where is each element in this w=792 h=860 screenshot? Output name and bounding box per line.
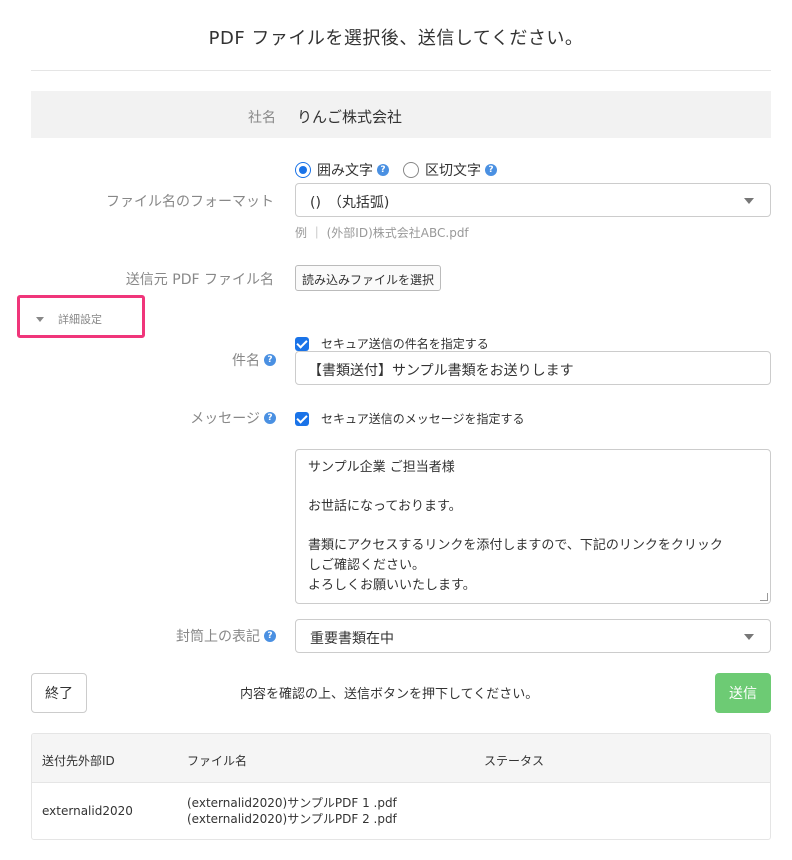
- end-button[interactable]: 終了: [31, 673, 87, 713]
- chevron-down-icon: [744, 634, 754, 640]
- message-checkbox[interactable]: [295, 411, 309, 426]
- message-textarea[interactable]: サンプル企業 ご担当者様 お世話になっております。 書類にアクセスするリンクを添…: [295, 449, 771, 604]
- filename-format-radio-group: 囲み文字 ? 区切文字 ?: [295, 160, 511, 180]
- envelope-label-wrap: 封筒上の表記 ?: [176, 626, 276, 646]
- filename-format-select[interactable]: () （丸括弧): [295, 183, 771, 217]
- cell-filenames: (externalid2020)サンプルPDF 1 .pdf (external…: [187, 795, 397, 827]
- message-line: [308, 478, 758, 498]
- filename-format-example: 例 ｜ (外部ID)株式会社ABC.pdf: [295, 226, 469, 240]
- subject-checkbox-label[interactable]: セキュア送信の件名を指定する: [321, 335, 489, 352]
- chevron-down-icon: [744, 198, 754, 204]
- subject-checkbox-row[interactable]: セキュア送信の件名を指定する: [295, 335, 489, 352]
- select-file-button[interactable]: 読み込みファイルを選択: [295, 265, 442, 291]
- question-circle-icon[interactable]: ?: [264, 354, 276, 366]
- details-highlight-box: 詳細設定: [17, 295, 145, 338]
- table-row: externalid2020 (externalid2020)サンプルPDF 1…: [32, 783, 770, 839]
- question-circle-icon[interactable]: ?: [485, 164, 497, 176]
- subject-input[interactable]: 【書類送付】サンプル書類をお送りします: [295, 351, 771, 385]
- message-checkbox-row[interactable]: セキュア送信のメッセージを指定する: [295, 410, 525, 427]
- message-line: サンプル企業 ご担当者様: [308, 460, 455, 475]
- question-circle-icon[interactable]: ?: [377, 164, 389, 176]
- message-label: メッセージ: [190, 411, 260, 427]
- source-pdf-label: 送信元 PDF ファイル名: [125, 272, 274, 288]
- radio-enclosing-label[interactable]: 囲み文字: [317, 160, 373, 180]
- table-header: 送付先外部ID ファイル名 ステータス: [32, 734, 770, 783]
- resize-handle-icon[interactable]: [760, 593, 768, 601]
- radio-delimiter-label[interactable]: 区切文字: [425, 160, 481, 180]
- details-toggle[interactable]: 詳細設定: [36, 311, 102, 327]
- filename-format-label: ファイル名のフォーマット: [106, 194, 274, 210]
- radio-option-enclosing[interactable]: 囲み文字 ?: [295, 160, 389, 180]
- caret-down-icon: [36, 316, 44, 322]
- message-label-wrap: メッセージ ?: [190, 408, 276, 428]
- company-value: りんご株式会社: [297, 108, 403, 126]
- details-label[interactable]: 詳細設定: [58, 311, 102, 327]
- message-checkbox-label[interactable]: セキュア送信のメッセージを指定する: [321, 410, 525, 427]
- filename-format-selected: () （丸括弧): [310, 195, 390, 211]
- radio-enclosing-checked[interactable]: [295, 162, 311, 178]
- question-circle-icon[interactable]: ?: [264, 630, 276, 642]
- confirm-instruction: 内容を確認の上、送信ボタンを押下してください。: [240, 687, 539, 702]
- company-row: 社名 りんご株式会社: [31, 91, 771, 138]
- subject-label: 件名: [232, 353, 260, 369]
- message-line: 書類にアクセスするリンクを添付しますので、下記のリンクをクリック: [308, 538, 723, 554]
- title-divider: [31, 70, 771, 71]
- subject-label-wrap: 件名 ?: [232, 350, 276, 370]
- page-title: PDF ファイルを選択後、送信してください。: [208, 28, 584, 49]
- cell-external-id: externalid2020: [42, 804, 133, 818]
- file-name: (externalid2020)サンプルPDF 1 .pdf: [187, 796, 397, 810]
- envelope-label: 封筒上の表記: [176, 629, 260, 645]
- file-name: (externalid2020)サンプルPDF 2 .pdf: [187, 812, 397, 826]
- message-line: [308, 517, 758, 537]
- message-line: よろしくお願いいたします。: [308, 577, 476, 593]
- result-table: 送付先外部ID ファイル名 ステータス externalid2020 (exte…: [31, 733, 771, 840]
- send-button[interactable]: 送信: [715, 673, 771, 713]
- envelope-selected: 重要書類在中: [310, 631, 394, 647]
- subject-checkbox[interactable]: [295, 336, 309, 351]
- radio-delimiter-unchecked[interactable]: [403, 162, 419, 178]
- message-line: しご確認ください。: [308, 557, 426, 573]
- message-line: お世話になっております。: [308, 499, 462, 515]
- radio-option-delimiter[interactable]: 区切文字 ?: [403, 160, 497, 180]
- column-header-external-id: 送付先外部ID: [42, 754, 115, 768]
- column-header-filename: ファイル名: [187, 754, 248, 768]
- question-circle-icon[interactable]: ?: [264, 412, 276, 424]
- company-label: 社名: [248, 110, 276, 126]
- envelope-select[interactable]: 重要書類在中: [295, 619, 771, 653]
- column-header-status: ステータス: [484, 754, 545, 768]
